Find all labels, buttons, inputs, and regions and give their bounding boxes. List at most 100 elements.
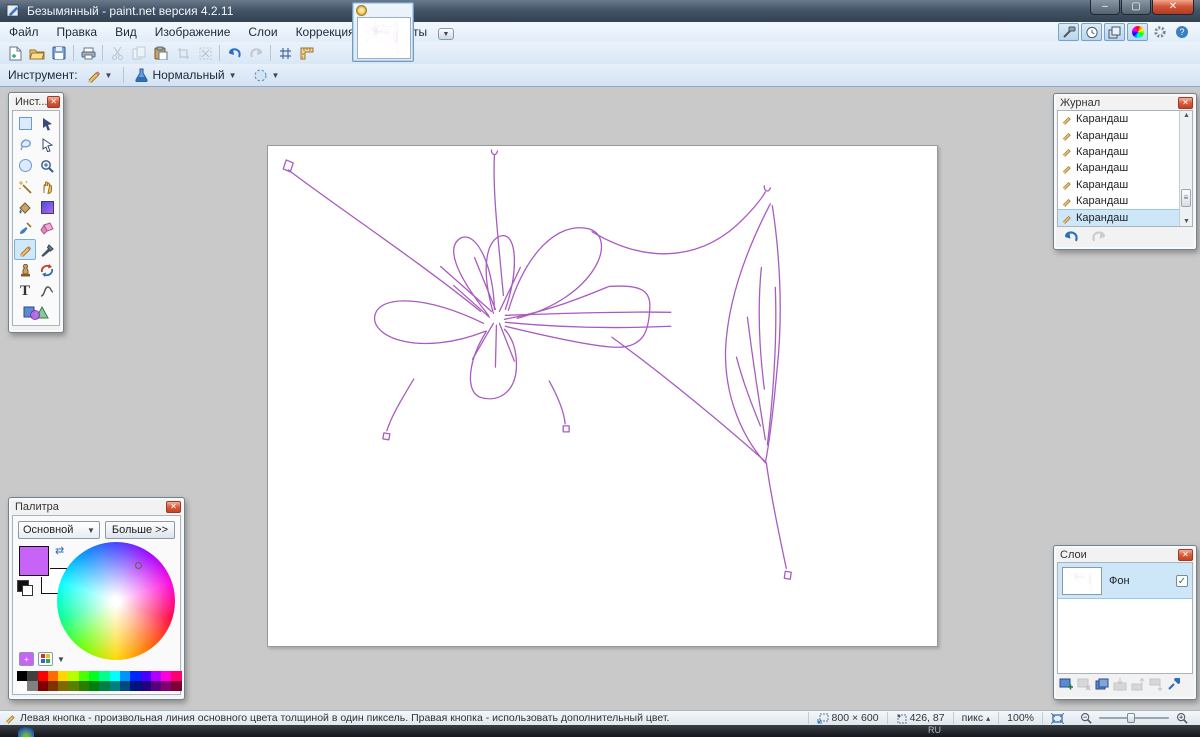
help-button[interactable]: ?	[1172, 23, 1192, 41]
menu-view[interactable]: Вид	[106, 23, 146, 41]
palette-swatch[interactable]	[141, 671, 151, 681]
fit-window-button[interactable]	[1042, 712, 1072, 724]
undo-button[interactable]	[223, 43, 245, 63]
title-bar[interactable]: Безымянный - paint.net версия 4.2.11 – ▢…	[0, 0, 1200, 22]
windows-taskbar[interactable]: RU	[0, 725, 1200, 737]
palette-swatch[interactable]	[99, 671, 109, 681]
tool-rectangle-select[interactable]	[14, 113, 36, 134]
tool-move-selection[interactable]	[36, 134, 58, 155]
zoom-level-dropdown[interactable]: 100%	[998, 712, 1042, 724]
history-entry[interactable]: Карандаш	[1058, 193, 1192, 209]
tool-lasso-select[interactable]	[14, 134, 36, 155]
palette-swatch[interactable]	[89, 671, 99, 681]
menu-image[interactable]: Изображение	[146, 23, 240, 41]
layer-visibility-checkbox[interactable]: ✓	[1176, 575, 1188, 587]
paste-button[interactable]	[150, 43, 172, 63]
print-button[interactable]	[77, 43, 99, 63]
palette-swatch[interactable]	[79, 681, 89, 691]
zoom-out-icon[interactable]	[1080, 712, 1092, 724]
tool-pan[interactable]	[36, 176, 58, 197]
tools-panel-close-icon[interactable]: ✕	[47, 96, 60, 108]
tool-gradient[interactable]	[36, 197, 58, 218]
blend-mode-selector[interactable]: Нормальный ▼	[131, 67, 240, 83]
color-wheel-marker[interactable]	[135, 562, 142, 569]
tool-eraser[interactable]	[36, 218, 58, 239]
history-entry[interactable]: Карандаш	[1058, 127, 1192, 143]
tool-text[interactable]: T	[14, 281, 36, 302]
history-entry[interactable]: Карандаш	[1058, 111, 1192, 127]
history-panel-close-icon[interactable]: ✕	[1178, 97, 1193, 109]
palette-swatch[interactable]	[120, 681, 130, 691]
palette-swatch[interactable]	[99, 681, 109, 691]
layer-row-background[interactable]: Фон ✓	[1058, 563, 1192, 599]
swap-colors-icon[interactable]: ⇄	[55, 544, 64, 557]
palette-swatch[interactable]	[17, 671, 27, 681]
reset-colors-icon[interactable]	[17, 580, 29, 592]
color-mode-dropdown[interactable]: Основной ▼	[18, 521, 100, 539]
palette-swatch[interactable]	[27, 681, 37, 691]
history-entry[interactable]: Карандаш	[1058, 177, 1192, 193]
zoom-slider[interactable]	[1099, 717, 1169, 719]
palette-swatch[interactable]	[130, 681, 140, 691]
menu-edit[interactable]: Правка	[48, 23, 107, 41]
duplicate-layer-button[interactable]	[1094, 677, 1109, 691]
palette-swatch[interactable]	[151, 671, 161, 681]
tool-move-pixels[interactable]	[36, 113, 58, 134]
rulers-button[interactable]	[296, 43, 318, 63]
minimize-button[interactable]: –	[1090, 0, 1120, 15]
undo-arrow-icon[interactable]	[1062, 230, 1080, 243]
scroll-down-icon[interactable]: ▼	[1183, 218, 1190, 225]
scrollbar-thumb[interactable]: ≡	[1181, 189, 1191, 207]
tool-magic-wand[interactable]	[14, 176, 36, 197]
palette-swatch[interactable]	[48, 671, 58, 681]
tool-ellipse-select[interactable]	[14, 155, 36, 176]
toggle-layers-button[interactable]	[1104, 23, 1125, 41]
more-colors-button[interactable]: Больше >>	[105, 521, 175, 539]
palette-swatch[interactable]	[48, 681, 58, 691]
chevron-down-icon[interactable]: ▼	[57, 655, 65, 664]
palette-swatch[interactable]	[68, 681, 78, 691]
history-scrollbar[interactable]: ▲ ≡ ▼	[1179, 111, 1192, 226]
toggle-history-button[interactable]	[1081, 23, 1102, 41]
palette-swatch[interactable]	[79, 671, 89, 681]
palette-swatch[interactable]	[89, 681, 99, 691]
add-color-button[interactable]: +	[19, 652, 34, 666]
image-list-chevron-icon[interactable]: ▼	[438, 28, 454, 40]
palette-manager-button[interactable]	[38, 652, 53, 666]
menu-file[interactable]: Файл	[0, 23, 48, 41]
palette-swatch[interactable]	[130, 671, 140, 681]
close-button[interactable]: ✕	[1152, 0, 1194, 15]
zoom-in-icon[interactable]	[1176, 712, 1188, 724]
history-entry[interactable]: Карандаш	[1058, 160, 1192, 176]
toggle-tools-button[interactable]	[1058, 23, 1079, 41]
add-layer-button[interactable]	[1058, 677, 1073, 691]
canvas[interactable]	[267, 145, 938, 647]
palette-swatch[interactable]	[171, 671, 181, 681]
palette-swatch[interactable]	[161, 681, 171, 691]
tool-paint-bucket[interactable]	[14, 197, 36, 218]
palette-swatch[interactable]	[68, 671, 78, 681]
tool-recolor[interactable]	[36, 260, 58, 281]
toggle-colors-button[interactable]	[1127, 23, 1148, 41]
maximize-button[interactable]: ▢	[1121, 0, 1151, 15]
start-button-icon[interactable]	[18, 727, 34, 737]
selection-mode-selector[interactable]: ▼	[249, 67, 284, 84]
tool-selector[interactable]: ▼	[82, 67, 117, 84]
units-dropdown[interactable]: пикс▴	[953, 712, 999, 724]
tool-color-picker[interactable]	[36, 239, 58, 260]
menu-layers[interactable]: Слои	[239, 23, 286, 41]
palette-swatch[interactable]	[141, 681, 151, 691]
tool-zoom[interactable]	[36, 155, 58, 176]
palette-swatch[interactable]	[27, 671, 37, 681]
tool-paintbrush[interactable]	[14, 218, 36, 239]
new-button[interactable]	[4, 43, 26, 63]
layer-properties-button[interactable]	[1166, 677, 1181, 691]
grid-button[interactable]	[274, 43, 296, 63]
zoom-slider-thumb[interactable]	[1127, 713, 1135, 723]
palette-swatch[interactable]	[120, 671, 130, 681]
palette-swatch[interactable]	[58, 681, 68, 691]
primary-color-swatch[interactable]	[19, 546, 49, 576]
palette-swatch[interactable]	[151, 681, 161, 691]
color-wheel[interactable]	[57, 542, 175, 660]
palette-swatch[interactable]	[171, 681, 181, 691]
